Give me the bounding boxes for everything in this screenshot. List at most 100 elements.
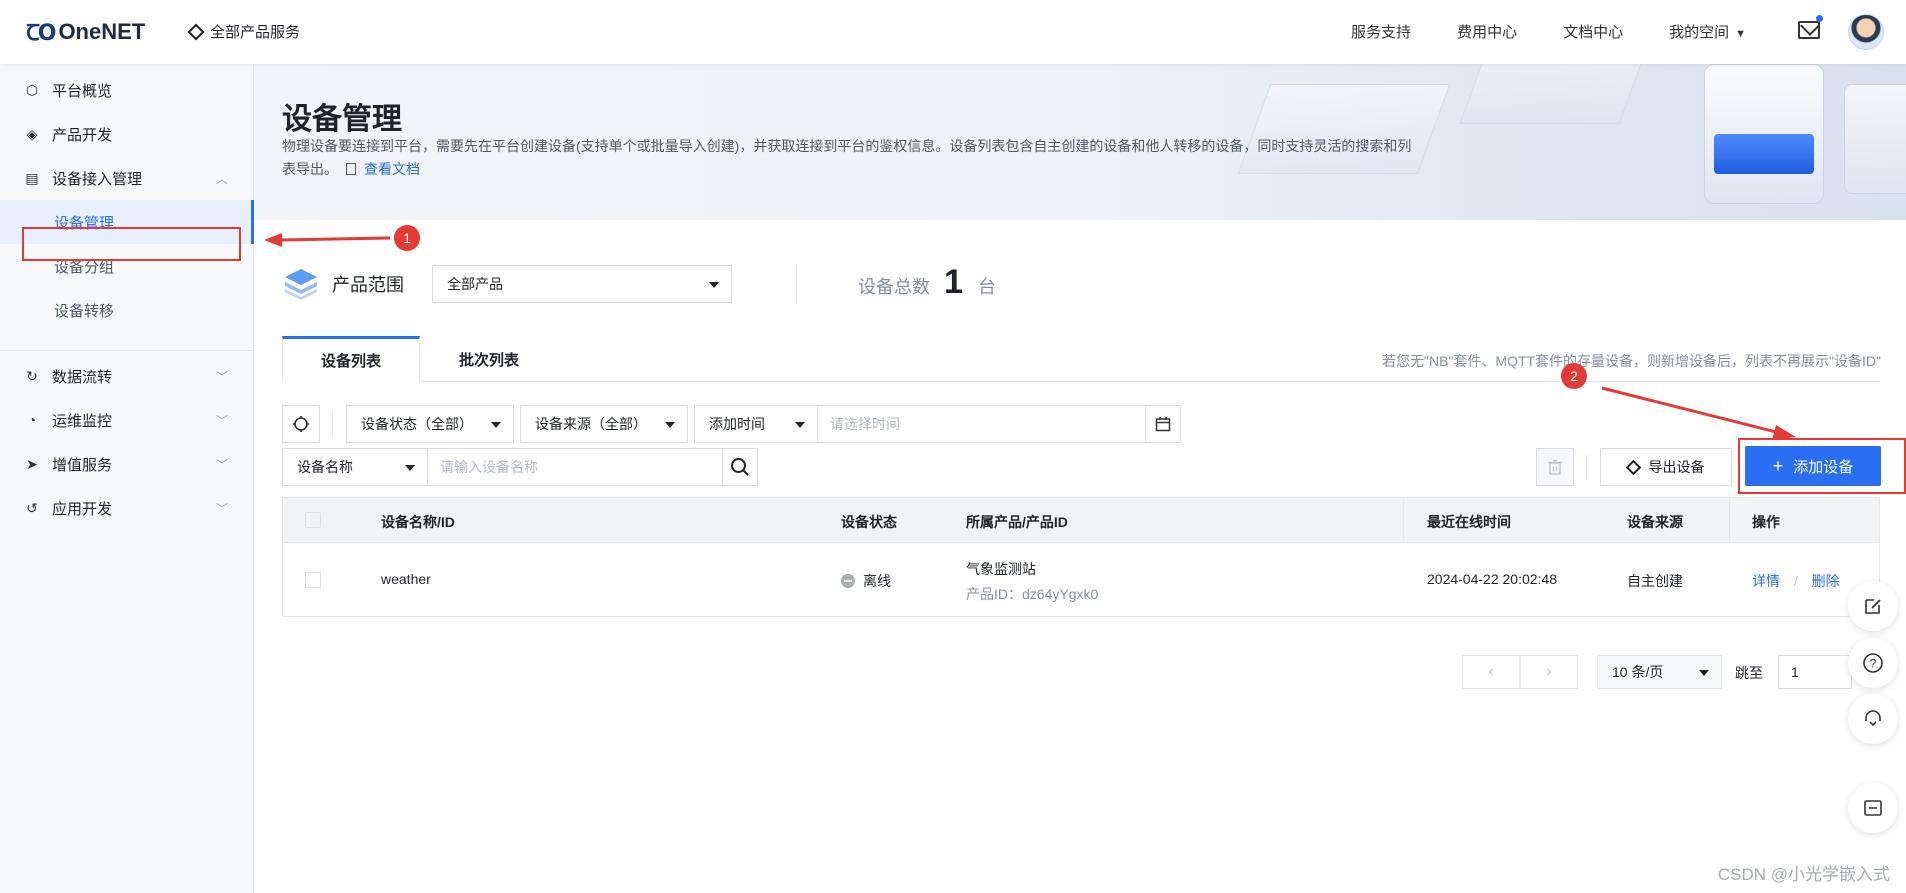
add-device-label: 添加设备 (1793, 458, 1854, 476)
device-icon: ▤ (25, 169, 39, 186)
top-header: ꞆO OneNET 全部产品服务 服务支持 费用中心 文档中心 我的空间 ▼ (0, 0, 1906, 64)
device-name[interactable]: weather (381, 571, 431, 587)
column-actions: 操作 (1752, 514, 1780, 530)
feedback-button[interactable] (1848, 581, 1898, 631)
sidebar-item-value-added[interactable]: ➤ 增值服务 ﹀ (0, 442, 254, 486)
avatar[interactable] (1848, 14, 1884, 50)
svg-text:?: ? (1870, 657, 1877, 671)
search-button[interactable] (722, 448, 758, 486)
mail-icon[interactable] (1798, 21, 1820, 39)
column-divider (1403, 498, 1404, 544)
sidebar-item-app-dev[interactable]: ↺ 应用开发 ﹀ (0, 486, 254, 530)
device-total-unit: 台 (978, 277, 996, 297)
chevron-down-icon: ﹀ (215, 369, 228, 384)
banner-decoration (1844, 84, 1906, 194)
sidebar-item-device-access[interactable]: ▤ 设备接入管理 ︿ (0, 156, 254, 200)
chevron-down-icon: ﹀ (215, 501, 228, 516)
page-description-text: 物理设备要连接到平台，需要先在平台创建设备(支持单个或批量导入创建)，并获取连接… (282, 138, 1412, 177)
nav-docs-center[interactable]: 文档中心 (1563, 21, 1623, 42)
onenet-logo-text: OneNET (58, 19, 146, 44)
device-status-select[interactable]: 设备状态（全部） (346, 405, 514, 443)
device-total-label: 设备总数 (858, 277, 930, 297)
sidebar-item-label: 设备接入管理 (52, 170, 143, 188)
onenet-logo-mark: ꞆO (26, 21, 56, 46)
device-name-search-input[interactable]: 请输入设备名称 (427, 448, 723, 486)
tab-underline (420, 381, 1880, 382)
select-all-checkbox[interactable] (305, 512, 321, 528)
banner-device-glow (1714, 134, 1814, 174)
calendar-button[interactable] (1145, 405, 1181, 443)
plus-icon: + (1772, 455, 1784, 476)
sidebar-sub-device-transfer[interactable]: 设备转移 (0, 288, 254, 332)
page-banner: 设备管理 物理设备要连接到平台，需要先在平台创建设备(支持单个或批量导入创建)，… (254, 64, 1906, 220)
device-source: 自主创建 (1627, 573, 1683, 589)
trash-icon (1548, 459, 1562, 475)
device-total-count: 1 (944, 263, 963, 301)
help-icon: ? (1863, 653, 1883, 673)
sidebar-item-label: 运维监控 (52, 412, 113, 430)
nav-billing-center[interactable]: 费用中心 (1457, 21, 1517, 42)
collapse-panel-button[interactable] (1848, 783, 1898, 833)
sidebar-item-label: 数据流转 (52, 368, 113, 386)
delete-link[interactable]: 删除 (1812, 573, 1840, 589)
chevron-left-icon: ‹ (1488, 663, 1494, 680)
column-device-status: 设备状态 (841, 514, 897, 530)
delete-batch-button[interactable] (1536, 448, 1574, 486)
sidebar-item-platform-overview[interactable]: ⬡ 平台概览 (0, 68, 254, 112)
column-last-online: 最近在线时间 (1427, 514, 1511, 530)
sidebar-item-ops-monitor[interactable]: ◔ 运维监控 ﹀ (0, 398, 254, 442)
customer-service-button[interactable] (1848, 694, 1898, 744)
tab-batch-list[interactable]: 批次列表 (420, 336, 558, 382)
device-status-text: 离线 (863, 573, 891, 589)
refresh-button[interactable] (282, 405, 320, 443)
help-button[interactable]: ? (1848, 638, 1898, 688)
top-nav: 服务支持 费用中心 文档中心 我的空间 ▼ (1351, 21, 1746, 42)
sidebar-item-label: 平台概览 (52, 82, 113, 100)
search-field-select[interactable]: 设备名称 (282, 448, 428, 486)
page-title: 设备管理 (282, 103, 402, 136)
app-icon: ↺ (26, 499, 38, 516)
plane-icon: ➤ (26, 455, 38, 472)
nav-my-space[interactable]: 我的空间 ▼ (1669, 21, 1746, 42)
all-products-menu[interactable]: 全部产品服务 (187, 21, 300, 42)
annotation-box-1 (22, 227, 241, 261)
page-size-select[interactable]: 10 条/页 (1597, 655, 1722, 689)
next-page-button[interactable]: › (1520, 655, 1578, 689)
export-devices-button[interactable]: 导出设备 (1600, 448, 1732, 486)
tab-device-list[interactable]: 设备列表 (282, 336, 420, 382)
jump-to-input[interactable]: 1 (1778, 655, 1852, 689)
prev-page-button[interactable]: ‹ (1462, 655, 1520, 689)
row-checkbox[interactable] (305, 572, 321, 588)
annotation-number-1: 1 (394, 225, 420, 251)
time-type-select-value: 添加时间 (709, 416, 765, 432)
page-description: 物理设备要连接到平台，需要先在平台创建设备(支持单个或批量导入创建)，并获取连接… (282, 135, 1412, 181)
sidebar-item-product-dev[interactable]: ◈ 产品开发 (0, 112, 254, 156)
panel-icon (1864, 800, 1882, 816)
row-actions: 详情 / 删除 (1752, 571, 1840, 591)
detail-link[interactable]: 详情 (1752, 573, 1780, 589)
time-range-input[interactable]: 请选择时间 (817, 405, 1146, 443)
product-select[interactable]: 全部产品 (432, 265, 732, 303)
caret-down-icon (405, 465, 415, 471)
nav-my-space-label: 我的空间 (1669, 24, 1730, 41)
add-device-button[interactable]: + 添加设备 (1745, 446, 1881, 486)
layers-icon (285, 269, 317, 300)
jump-to-label: 跳至 (1735, 665, 1763, 681)
view-docs-link[interactable]: 查看文档 (346, 161, 420, 177)
time-type-select[interactable]: 添加时间 (694, 405, 818, 443)
chevron-down-icon: ﹀ (215, 413, 228, 428)
device-source-select[interactable]: 设备来源（全部） (520, 405, 688, 443)
time-range-placeholder: 请选择时间 (830, 416, 900, 432)
sidebar-item-data-flow[interactable]: ↻ 数据流转 ﹀ (0, 354, 254, 398)
edit-icon (1865, 599, 1881, 614)
chevron-up-icon: ︿ (215, 171, 228, 186)
nav-service-support[interactable]: 服务支持 (1351, 21, 1411, 42)
diamond-icon (187, 23, 205, 40)
product-select-value: 全部产品 (447, 276, 503, 292)
cube-icon: ◈ (26, 125, 38, 142)
onenet-logo[interactable]: ꞆO OneNET (26, 17, 145, 47)
product-name: 气象监测站 (966, 561, 1036, 577)
action-separator: / (1793, 573, 1798, 589)
sidebar-item-label: 增值服务 (52, 456, 113, 474)
export-devices-label: 导出设备 (1648, 459, 1705, 475)
